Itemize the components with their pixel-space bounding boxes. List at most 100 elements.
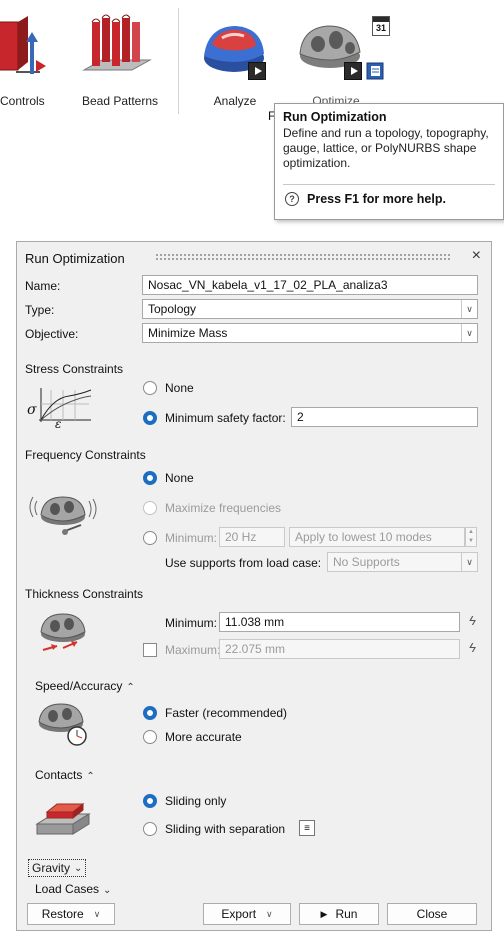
lightning-icon[interactable]: ϟ <box>469 613 476 628</box>
contacts-label: Contacts <box>35 768 83 782</box>
thickness-max-checkbox[interactable] <box>143 643 157 657</box>
supports-label: Use supports from load case: <box>165 556 322 570</box>
objective-select[interactable]: Minimize Mass ∨ <box>142 323 478 343</box>
export-button[interactable]: Export ∨ <box>203 903 291 925</box>
frequency-none-radio[interactable] <box>143 471 157 485</box>
modes-spinner[interactable]: ▲ ▼ <box>465 527 477 547</box>
objective-value: Minimize Mass <box>148 326 228 340</box>
maximize-frequencies-radio[interactable] <box>143 501 157 515</box>
svg-text:ε: ε <box>55 417 61 430</box>
speed-accurate-radio[interactable] <box>143 730 157 744</box>
calendar-icon[interactable]: 31 <box>372 16 390 36</box>
close-button[interactable]: Close <box>387 903 477 925</box>
name-label: Name: <box>25 279 61 293</box>
optimize-run-badge <box>344 62 362 80</box>
frequency-minimum-radio[interactable] <box>143 531 157 545</box>
type-value: Topology <box>148 302 197 316</box>
frequency-constraints-title: Frequency Constraints <box>25 448 146 462</box>
controls-icon <box>0 16 46 74</box>
export-label: Export <box>221 907 257 921</box>
controls-label: Controls <box>0 94 45 108</box>
restore-label: Restore <box>41 907 84 921</box>
ribbon-toolbar: Controls Bead Patterns Analyze Optimize … <box>0 0 504 123</box>
chevron-down-icon: ∨ <box>461 553 477 571</box>
thickness-maximum-label: Maximum: <box>165 643 221 657</box>
stress-constraints-title: Stress Constraints <box>25 362 124 376</box>
tooltip-title: Run Optimization <box>283 110 387 124</box>
speed-accurate-label: More accurate <box>165 730 242 744</box>
thickness-minimum-label: Minimum: <box>165 616 218 630</box>
tooltip-divider <box>283 184 495 185</box>
frequency-min-input[interactable]: 20 Hz <box>219 527 285 547</box>
thickness-part-icon <box>40 613 86 651</box>
analyze-icon <box>204 26 264 72</box>
stress-strain-icon: σ ε <box>27 388 92 430</box>
stress-none-label: None <box>165 381 194 395</box>
frequency-part-icon <box>29 496 97 535</box>
controls-tool[interactable]: Controls <box>0 0 62 112</box>
analyze-label: Analyze <box>213 94 257 108</box>
thickness-max-input[interactable]: 22.075 mm <box>219 639 460 659</box>
thickness-min-input[interactable]: 11.038 mm <box>219 612 460 632</box>
play-icon: ▶ <box>320 908 328 919</box>
thickness-constraints-title: Thickness Constraints <box>25 587 144 601</box>
collapse-icon: ⌃ <box>126 682 135 693</box>
restore-button[interactable]: Restore ∨ <box>27 903 115 925</box>
expand-icon: ⌄ <box>74 862 83 874</box>
chevron-down-icon: ∨ <box>266 908 273 919</box>
dialog-title: Run Optimization <box>25 251 125 266</box>
analyze-tool[interactable]: Analyze <box>190 0 280 112</box>
tooltip-help: ? Press F1 for more help. <box>285 192 446 206</box>
contacts-sliding-sep-radio[interactable] <box>143 822 157 836</box>
load-cases-section[interactable]: Load Cases ⌄ <box>35 882 111 896</box>
lightning-icon[interactable]: ϟ <box>469 640 476 655</box>
maximize-frequencies-label: Maximize frequencies <box>165 501 282 515</box>
safety-factor-input[interactable]: 2 <box>291 407 478 427</box>
drag-handle[interactable] <box>155 253 451 261</box>
svg-text:σ: σ <box>27 402 37 418</box>
objective-label: Objective: <box>25 327 79 341</box>
run-label: Run <box>335 907 358 921</box>
gravity-section[interactable]: Gravity ⌄ <box>28 859 87 877</box>
type-label: Type: <box>25 303 55 317</box>
name-field[interactable]: Nosac_VN_kabela_v1_17_02_PLA_analiza3 <box>142 275 478 295</box>
calendar-day: 31 <box>375 23 386 33</box>
supports-select[interactable]: No Supports ∨ <box>327 552 478 572</box>
speed-accuracy-icon <box>38 703 87 746</box>
apply-lowest-modes-input[interactable]: Apply to lowest 10 modes <box>289 527 465 547</box>
speed-accuracy-title[interactable]: Speed/Accuracy ⌃ <box>35 679 135 693</box>
chevron-down-icon: ∨ <box>461 324 477 342</box>
stress-none-radio[interactable] <box>143 381 157 395</box>
help-icon: ? <box>285 192 299 206</box>
contacts-sliding-sep-label: Sliding with separation <box>165 822 286 836</box>
chevron-down-icon: ∨ <box>93 908 101 919</box>
optimize-settings-icon[interactable] <box>366 62 384 80</box>
tooltip-help-text: Press F1 for more help. <box>307 192 446 206</box>
stress-min-safety-label: Minimum safety factor: <box>165 411 286 425</box>
bead-patterns-label: Bead Patterns <box>81 94 159 108</box>
dialog-titlebar[interactable]: Run Optimization × <box>17 242 491 272</box>
run-optimization-tooltip: Run Optimization Define and run a topolo… <box>274 103 504 220</box>
run-optimization-dialog: Run Optimization × Name: Nosac_VN_kabela… <box>16 241 492 931</box>
gravity-label: Gravity <box>32 861 71 875</box>
bead-patterns-icon <box>82 14 152 71</box>
collapse-icon: ⌃ <box>86 771 95 782</box>
optimize-tool[interactable]: Optimize <box>288 0 384 112</box>
contacts-sliding-only-radio[interactable] <box>143 794 157 808</box>
stress-min-safety-radio[interactable] <box>143 411 157 425</box>
frequency-none-label: None <box>165 471 194 485</box>
speed-faster-radio[interactable] <box>143 706 157 720</box>
speed-faster-label: Faster (recommended) <box>165 706 288 720</box>
type-select[interactable]: Topology ∨ <box>142 299 478 319</box>
menu-icon[interactable]: ≡ <box>299 820 315 836</box>
close-icon[interactable]: × <box>472 247 481 265</box>
contacts-sliding-only-label: Sliding only <box>165 794 227 808</box>
bead-patterns-tool[interactable]: Bead Patterns <box>70 0 170 112</box>
tooltip-body: Define and run a topology, topography, g… <box>283 126 489 170</box>
chevron-down-icon: ∨ <box>461 300 477 318</box>
supports-value: No Supports <box>333 555 400 569</box>
run-button[interactable]: ▶ Run <box>299 903 379 925</box>
expand-icon: ⌄ <box>103 885 112 896</box>
load-cases-label: Load Cases <box>35 882 100 896</box>
contacts-title[interactable]: Contacts ⌃ <box>35 768 95 782</box>
